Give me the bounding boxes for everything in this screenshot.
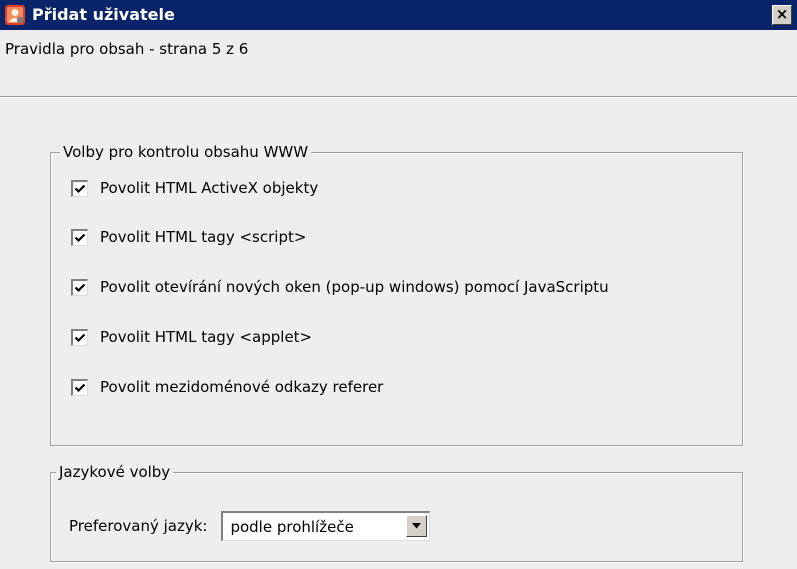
close-icon: × <box>775 5 789 23</box>
option-referer[interactable]: Povolit mezidoménové odkazy referer <box>71 376 383 398</box>
check-icon <box>74 283 86 292</box>
www-group-legend: Volby pro kontrolu obsahu WWW <box>60 142 312 162</box>
script-label: Povolit HTML tagy <script> <box>100 228 307 246</box>
check-icon <box>74 383 86 392</box>
window-title: Přidat uživatele <box>32 5 175 24</box>
chevron-down-icon <box>412 523 422 529</box>
applet-label: Povolit HTML tagy <applet> <box>100 328 313 346</box>
activex-label: Povolit HTML ActiveX objekty <box>100 179 319 197</box>
referer-label: Povolit mezidoménové odkazy referer <box>100 378 384 396</box>
option-popup[interactable]: Povolit otevírání nových oken (pop-up wi… <box>71 276 609 298</box>
page-subtitle: Pravidla pro obsah - strana 5 z 6 <box>5 40 249 58</box>
check-icon <box>74 333 86 342</box>
preferred-language-value: podle prohlížeče <box>230 518 354 536</box>
option-activex[interactable]: Povolit HTML ActiveX objekty <box>71 177 318 199</box>
language-options-group: Jazykové volby Preferovaný jazyk: podle … <box>50 462 743 562</box>
dropdown-button[interactable] <box>406 515 428 537</box>
add-user-dialog: Přidat uživatele × Pravidla pro obsah - … <box>0 0 797 569</box>
www-content-options-group: Volby pro kontrolu obsahu WWW Povolit HT… <box>50 142 743 446</box>
preferred-language-select[interactable]: podle prohlížeče <box>221 511 431 541</box>
activex-checkbox[interactable] <box>71 179 88 197</box>
title-bar[interactable]: Přidat uživatele × <box>0 0 797 30</box>
language-group-legend: Jazykové volby <box>56 462 174 482</box>
option-script[interactable]: Povolit HTML tagy <script> <box>71 226 306 248</box>
popup-label: Povolit otevírání nových oken (pop-up wi… <box>100 278 609 296</box>
preferred-language-label: Preferovaný jazyk: <box>69 517 208 535</box>
close-button[interactable]: × <box>772 5 792 25</box>
popup-checkbox[interactable] <box>71 278 88 296</box>
referer-checkbox[interactable] <box>71 378 88 396</box>
check-icon <box>74 184 86 193</box>
preferred-language-row: Preferovaný jazyk: podle prohlížeče <box>69 511 431 541</box>
header-divider <box>0 96 797 98</box>
script-checkbox[interactable] <box>71 228 88 246</box>
applet-checkbox[interactable] <box>71 328 88 346</box>
user-add-icon <box>5 5 25 25</box>
check-icon <box>74 233 86 242</box>
option-applet[interactable]: Povolit HTML tagy <applet> <box>71 326 312 348</box>
